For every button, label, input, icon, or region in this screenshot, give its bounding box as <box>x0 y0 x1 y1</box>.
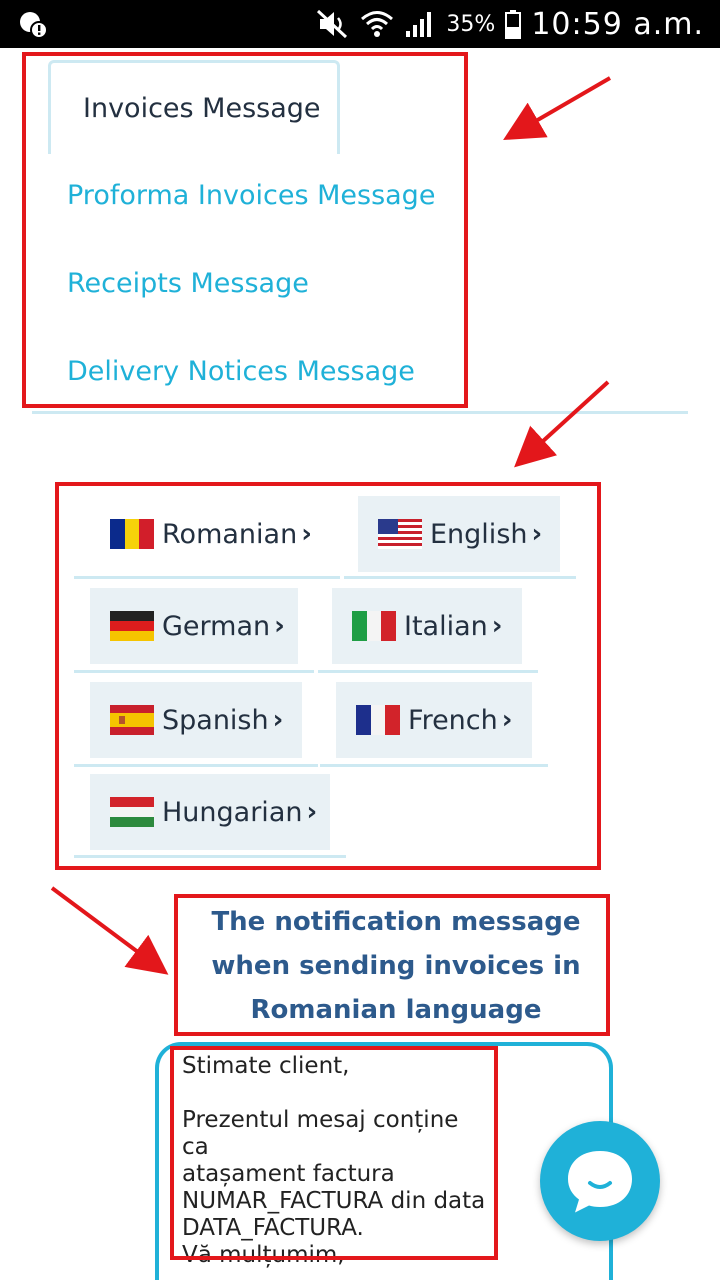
chat-icon <box>568 1151 632 1213</box>
arrow-to-title <box>50 886 169 975</box>
annotation-box-title <box>174 894 610 1036</box>
arrow-to-tabs <box>503 76 612 141</box>
wifi-icon <box>361 11 394 37</box>
arrow-to-languages <box>514 380 610 468</box>
chat-button[interactable] <box>540 1121 660 1241</box>
battery-percent: 35% <box>446 11 496 37</box>
annotation-box-languages <box>55 482 601 870</box>
tabs-divider <box>32 411 688 414</box>
signal-icon <box>406 12 432 37</box>
annotation-box-tabs <box>22 52 468 408</box>
alert-icon <box>20 12 48 39</box>
clock: 10:59 a.m. <box>531 6 704 42</box>
battery-icon <box>505 10 522 39</box>
mute-icon <box>317 9 348 39</box>
annotation-box-message <box>170 1046 498 1260</box>
status-bar: 35% 10:59 a.m. <box>0 0 720 48</box>
